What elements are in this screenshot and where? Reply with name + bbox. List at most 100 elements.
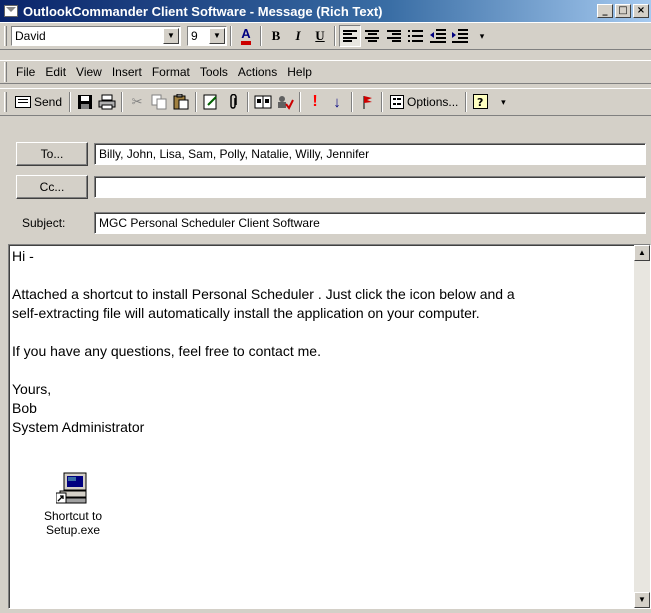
attachment-shortcut[interactable]: Shortcut to Setup.exe [33, 471, 113, 537]
align-center-icon [365, 30, 379, 42]
send-button[interactable]: Send [11, 91, 66, 113]
menu-file[interactable]: File [11, 65, 40, 79]
body-text[interactable]: Hi - Attached a shortcut to install Pers… [12, 247, 632, 437]
paste-icon [173, 94, 189, 110]
chevron-down-icon[interactable]: ▼ [209, 28, 225, 44]
send-label: Send [34, 95, 63, 109]
font-size-value: 9 [191, 29, 198, 43]
menu-format[interactable]: Format [147, 65, 195, 79]
cc-button[interactable]: Cc... [16, 175, 88, 199]
print-button[interactable] [96, 91, 118, 113]
help-icon: ? [473, 94, 489, 109]
vertical-scrollbar[interactable]: ▲ ▼ [634, 245, 650, 608]
importance-high-button[interactable]: ! [304, 91, 326, 113]
message-body[interactable]: Hi - Attached a shortcut to install Pers… [8, 244, 651, 609]
options-icon [390, 95, 405, 109]
window-title: OutlookCommander Client Software - Messa… [23, 3, 383, 19]
formatting-toolbar: David ▼ 9 ▼ A B I U ▾ [0, 22, 651, 50]
toolbar-separator [381, 92, 384, 112]
italic-button[interactable]: I [287, 25, 309, 47]
menu-tools[interactable]: Tools [195, 65, 233, 79]
importance-low-button[interactable]: ↓ [326, 91, 348, 113]
check-names-icon [278, 96, 294, 110]
align-center-button[interactable] [361, 25, 383, 47]
save-icon [78, 95, 93, 109]
message-window: OutlookCommander Client Software - Messa… [0, 0, 651, 613]
attach-button[interactable] [222, 91, 244, 113]
body-paragraph-line: Attached a shortcut to install Personal … [12, 286, 515, 302]
chevron-down-icon[interactable]: ▼ [163, 28, 179, 44]
subject-label: Subject: [22, 216, 66, 230]
menu-bar: File Edit View Insert Format Tools Actio… [0, 60, 651, 84]
to-field[interactable]: Billy, John, Lisa, Sam, Polly, Natalie, … [94, 143, 646, 165]
flag-button[interactable] [356, 91, 378, 113]
toolbar-separator [260, 26, 262, 46]
attachment-label-line2: Setup.exe [45, 523, 101, 537]
subject-row: Subject: MGC Personal Scheduler Client S… [0, 212, 651, 236]
scroll-up-button[interactable]: ▲ [634, 245, 650, 261]
cut-button[interactable]: ✂ [126, 91, 148, 113]
decrease-indent-button[interactable] [427, 25, 449, 47]
envelope-icon [4, 5, 18, 17]
bullets-button[interactable] [405, 25, 427, 47]
to-button[interactable]: To... [16, 142, 88, 166]
window-controls: _ □ × [597, 4, 649, 18]
decrease-indent-icon [430, 29, 446, 43]
increase-indent-button[interactable] [449, 25, 471, 47]
toolbar-separator [230, 26, 232, 46]
paste-button[interactable] [170, 91, 192, 113]
toolbar-options-chevron[interactable]: ▾ [492, 91, 514, 113]
font-color-icon: A [241, 27, 251, 45]
font-name-value: David [15, 29, 46, 43]
insert-file-button[interactable] [200, 91, 222, 113]
font-color-button[interactable]: A [235, 25, 257, 47]
address-book-button[interactable] [252, 91, 274, 113]
menu-edit[interactable]: Edit [40, 65, 71, 79]
minimize-button[interactable]: _ [597, 4, 613, 18]
check-names-button[interactable] [274, 91, 296, 113]
cc-field[interactable] [94, 176, 646, 198]
body-paragraph: If you have any questions, feel free to … [12, 343, 321, 359]
exclamation-icon: ! [312, 93, 318, 110]
subject-field[interactable]: MGC Personal Scheduler Client Software [94, 212, 646, 234]
address-book-icon [254, 95, 272, 109]
scroll-down-button[interactable]: ▼ [634, 592, 650, 608]
title-bar[interactable]: OutlookCommander Client Software - Messa… [0, 0, 651, 22]
cc-row: Cc... [0, 175, 651, 199]
align-right-button[interactable] [383, 25, 405, 47]
flag-icon [363, 96, 373, 109]
options-button[interactable]: Options... [386, 91, 462, 113]
body-closing: Yours, [12, 381, 52, 397]
maximize-button[interactable]: □ [615, 4, 631, 18]
toolbar-separator [351, 92, 354, 112]
scissors-icon: ✂ [131, 94, 143, 109]
align-left-button[interactable] [339, 25, 361, 47]
svg-text:?: ? [477, 96, 483, 109]
toolbar-grip[interactable] [4, 26, 7, 46]
help-button[interactable]: ? [470, 91, 492, 113]
toolbar-options-chevron[interactable]: ▾ [471, 25, 493, 47]
toolbar-grip[interactable] [4, 92, 7, 112]
menu-actions[interactable]: Actions [233, 65, 282, 79]
font-size-select[interactable]: 9 ▼ [187, 26, 227, 46]
toolbar-separator [247, 92, 250, 112]
toolbar-separator [299, 92, 302, 112]
options-label: Options... [407, 95, 459, 109]
signature-title: System Administrator [12, 419, 145, 435]
menubar-grip[interactable] [4, 62, 7, 82]
copy-button[interactable] [148, 91, 170, 113]
insert-file-icon [203, 94, 217, 110]
paperclip-icon [230, 94, 237, 109]
menu-insert[interactable]: Insert [107, 65, 147, 79]
body-paragraph-line: self-extracting file will automatically … [12, 305, 480, 321]
save-button[interactable] [74, 91, 96, 113]
toolbar-separator [334, 26, 336, 46]
underline-button[interactable]: U [309, 25, 331, 47]
menu-help[interactable]: Help [282, 65, 317, 79]
align-right-icon [387, 30, 401, 42]
menu-view[interactable]: View [71, 65, 107, 79]
close-button[interactable]: × [633, 4, 649, 18]
bold-button[interactable]: B [265, 25, 287, 47]
font-name-select[interactable]: David ▼ [11, 26, 181, 46]
toolbar-separator [195, 92, 198, 112]
